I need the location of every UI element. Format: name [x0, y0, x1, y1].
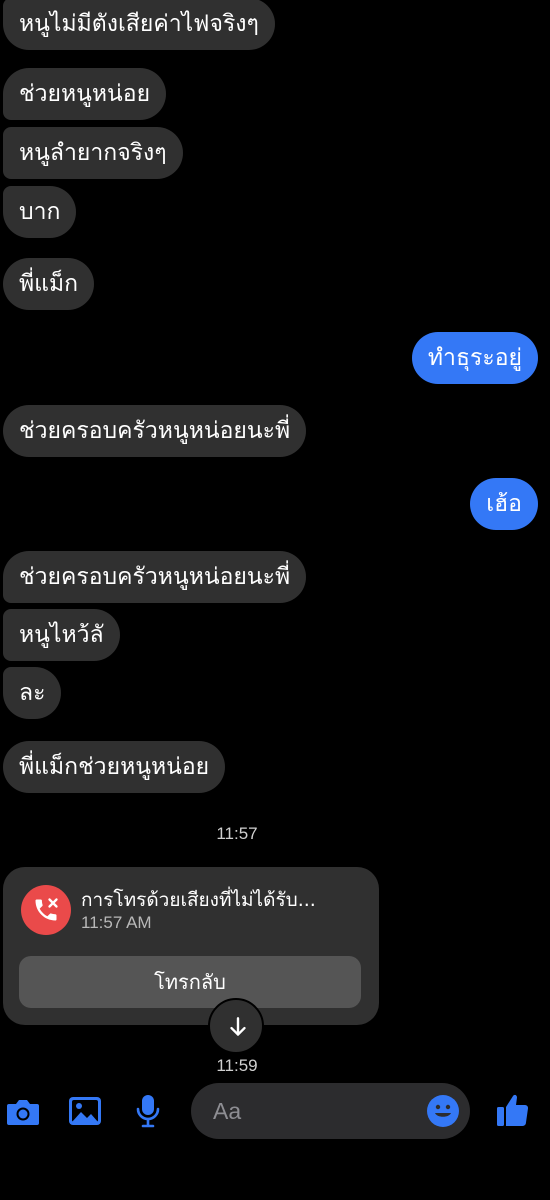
message-input[interactable]: Aa	[191, 1083, 470, 1139]
arrow-down-icon	[230, 1017, 246, 1036]
emoji-icon[interactable]	[426, 1094, 460, 1128]
message-input-placeholder: Aa	[213, 1098, 242, 1124]
thumbs-up-icon[interactable]	[496, 1092, 530, 1128]
missed-call-icon	[21, 885, 71, 935]
message-composer: Aa	[0, 1075, 550, 1165]
call-back-button[interactable]: โทรกลับ	[19, 956, 361, 1008]
message-bubble-incoming[interactable]: ช่วยครอบครัวหนูหน่อยนะพี่	[3, 551, 307, 603]
message-bubble-outgoing[interactable]: ทำธุระอยู่	[411, 332, 538, 384]
message-bubble-incoming[interactable]: พี่แม็ก	[3, 258, 95, 310]
message-bubble-incoming[interactable]: บาก	[3, 186, 77, 238]
message-bubble-incoming[interactable]: หนูไหว้ลั	[3, 609, 120, 661]
camera-icon[interactable]	[5, 1096, 41, 1128]
message-bubble-incoming[interactable]: ช่วยครอบครัวหนูหน่อยนะพี่	[3, 405, 307, 457]
scroll-to-bottom-button[interactable]	[208, 998, 264, 1054]
message-bubble-incoming[interactable]: ช่วยหนูหน่อย	[3, 68, 167, 120]
microphone-icon[interactable]	[134, 1093, 162, 1129]
chat-thread: หนูไม่มีตังเสียค่าไฟจริงๆ ช่วยหนูหน่อย ห…	[0, 0, 550, 1200]
message-bubble-incoming[interactable]: พี่แม็กช่วยหนูหน่อย	[3, 741, 226, 793]
missed-call-card[interactable]: การโทรด้วยเสียงที่ไม่ได้รับ... 11:57 AM …	[3, 867, 379, 1025]
missed-call-time: 11:57 AM	[81, 913, 152, 932]
timestamp: 11:59	[216, 1056, 258, 1075]
message-bubble-incoming[interactable]: ละ	[3, 667, 62, 719]
message-bubble-incoming[interactable]: หนูไม่มีตังเสียค่าไฟจริงๆ	[3, 0, 275, 50]
timestamp: 11:57	[216, 824, 258, 843]
message-bubble-outgoing[interactable]: เฮ้อ	[470, 478, 538, 530]
image-icon[interactable]	[68, 1095, 102, 1127]
missed-call-title: การโทรด้วยเสียงที่ไม่ได้รับ...	[81, 889, 316, 911]
message-bubble-incoming[interactable]: หนูลำยากจริงๆ	[3, 127, 183, 179]
